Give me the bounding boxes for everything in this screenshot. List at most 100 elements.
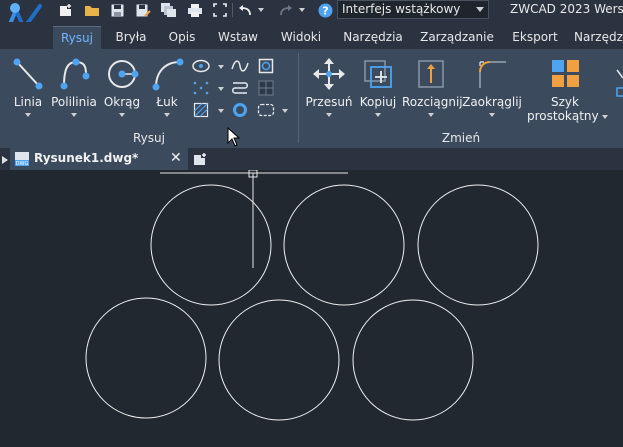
close-icon[interactable]: ✕ [170,150,182,166]
redo-icon[interactable] [278,0,294,20]
redo-dropdown-icon[interactable] [297,0,307,20]
stretch-button[interactable]: Rozciągnij [402,53,463,125]
polyline-icon [60,58,90,90]
svg-text:DWG: DWG [16,161,29,167]
copy-dropdown-icon[interactable] [375,113,381,117]
open-folder-icon[interactable] [83,0,101,20]
panel-label-bar: Rysuj Zmień [0,129,623,148]
donut-icon[interactable] [229,100,251,120]
drawing-canvas[interactable] [0,170,623,447]
fillet-button-label: Zaokrąglij [462,95,522,109]
line-icon [13,58,43,90]
new-tab-button[interactable] [191,150,211,168]
zoom-window-icon[interactable] [211,0,229,20]
modify-panel-label[interactable]: Zmień [299,131,623,145]
revcloud-dropdown-icon[interactable] [282,109,288,113]
array-icon [552,60,579,87]
ellipse-icon[interactable] [190,56,212,76]
rectangular-array-button-label: Szyk prostokątny [527,95,609,123]
fillet-button[interactable]: Zaokrąglij [461,53,523,125]
chevron-down-icon [476,7,484,12]
xline-icon[interactable] [229,78,251,98]
tab-list-arrow-icon[interactable] [2,156,8,164]
tab-zarzadzanie[interactable]: Zarządzanie [417,26,497,49]
move-dropdown-icon[interactable] [326,113,332,117]
document-tab-label: Rysunek1.dwg* [34,151,139,165]
move-icon [313,58,345,90]
workspace-select[interactable]: Interfejs wstążkowy [337,0,489,19]
svg-text:?: ? [322,4,328,17]
point-icon[interactable] [190,78,212,98]
mouse-pointer-icon [227,126,241,151]
undo-icon[interactable] [237,0,253,20]
save-icon[interactable] [109,0,125,20]
document-tab[interactable]: DWG Rysunek1.dwg* ✕ [10,148,188,170]
move-button-label: Przesuń [305,95,353,109]
tab-rysuj[interactable]: Rysuj [53,26,101,49]
hatch-dropdown-icon[interactable] [218,109,224,113]
tab-narzedzia[interactable]: Narzędzia [338,26,408,49]
arc-dropdown-icon[interactable] [164,113,170,117]
copy-button-label: Kopiuj [359,95,397,109]
line-button[interactable]: Linia [6,53,50,125]
spline-icon[interactable] [229,56,251,76]
tab-opis[interactable]: Opis [161,26,203,49]
mirror-icon[interactable] [609,69,623,97]
polyline-button-label: Polilinia [51,95,97,109]
tab-bryla[interactable]: Bryła [108,26,154,49]
tab-narzedzia-2[interactable]: Narzędz [574,26,623,49]
dwg-file-icon: DWG [14,151,30,167]
stretch-dropdown-icon[interactable] [428,113,434,117]
draw-panel-label[interactable]: Rysuj [0,131,298,145]
polyline-button[interactable]: Polilinia [50,53,98,125]
quick-access-toolbar: ? Interfejs wstążkowy ZWCAD 2023 Wersja [0,0,623,22]
zwcad-window: { "app": { "title": "ZWCAD 2023 Wersja",… [0,0,623,447]
copy-button[interactable]: Kopiuj [355,53,401,125]
array-label-line1: Szyk [551,95,579,109]
circle-entity[interactable] [283,184,405,306]
print-icon[interactable] [186,0,204,20]
polyline-dropdown-icon[interactable] [71,113,77,117]
tab-widoki[interactable]: Widoki [273,26,329,49]
save-as-icon[interactable] [134,0,152,20]
help-icon[interactable]: ? [316,0,334,20]
arc-button-label: Łuk [156,95,178,109]
move-button[interactable]: Przesuń [304,53,354,125]
circle-entity[interactable] [218,299,340,421]
document-tab-bar: DWG Rysunek1.dwg* ✕ [0,148,623,170]
tab-eksport[interactable]: Eksport [506,26,564,49]
stretch-button-label: Rozciągnij [402,95,463,109]
circle-button[interactable]: Okrąg [99,53,145,125]
stretch-icon [418,60,444,88]
region-icon[interactable] [255,78,277,98]
undo-dropdown-icon[interactable] [256,0,266,20]
rectangle-icon[interactable] [255,56,277,76]
arc-icon [152,58,184,91]
point-dropdown-icon[interactable] [218,87,224,91]
fillet-dropdown-icon[interactable] [489,113,495,117]
circle-button-label: Okrąg [103,95,141,109]
circle-entity[interactable] [85,297,207,419]
line-button-label: Linia [13,95,43,109]
circle-dropdown-icon[interactable] [119,113,125,117]
ribbon-tab-bar: Rysuj Bryła Opis Wstaw Widoki Narzędzia … [0,22,623,49]
ellipse-dropdown-icon[interactable] [218,65,224,69]
new-file-icon[interactable] [57,0,75,20]
array-dropdown-icon[interactable] [602,114,609,119]
hatch-icon[interactable] [190,100,212,120]
circle-entity[interactable] [417,184,539,306]
circle-entity[interactable] [352,299,474,421]
publish-icon[interactable] [160,0,178,20]
workspace-select-value: Interfejs wstążkowy [342,2,461,16]
tab-wstaw[interactable]: Wstaw [212,26,264,49]
array-label-line2: prostokątny [527,109,599,123]
line-dropdown-icon[interactable] [25,113,31,117]
copy-icon [364,60,392,88]
rectangular-array-button[interactable]: Szyk prostokątny [527,53,609,125]
fillet-icon [479,61,506,88]
arc-button[interactable]: Łuk [145,53,189,125]
ribbon-panel: Linia Polilinia Okrąg Łuk Przesuń Kopiuj… [0,49,623,148]
revcloud-icon[interactable] [255,100,277,120]
circle-icon [108,60,139,88]
app-title: ZWCAD 2023 Wersja [510,2,623,16]
